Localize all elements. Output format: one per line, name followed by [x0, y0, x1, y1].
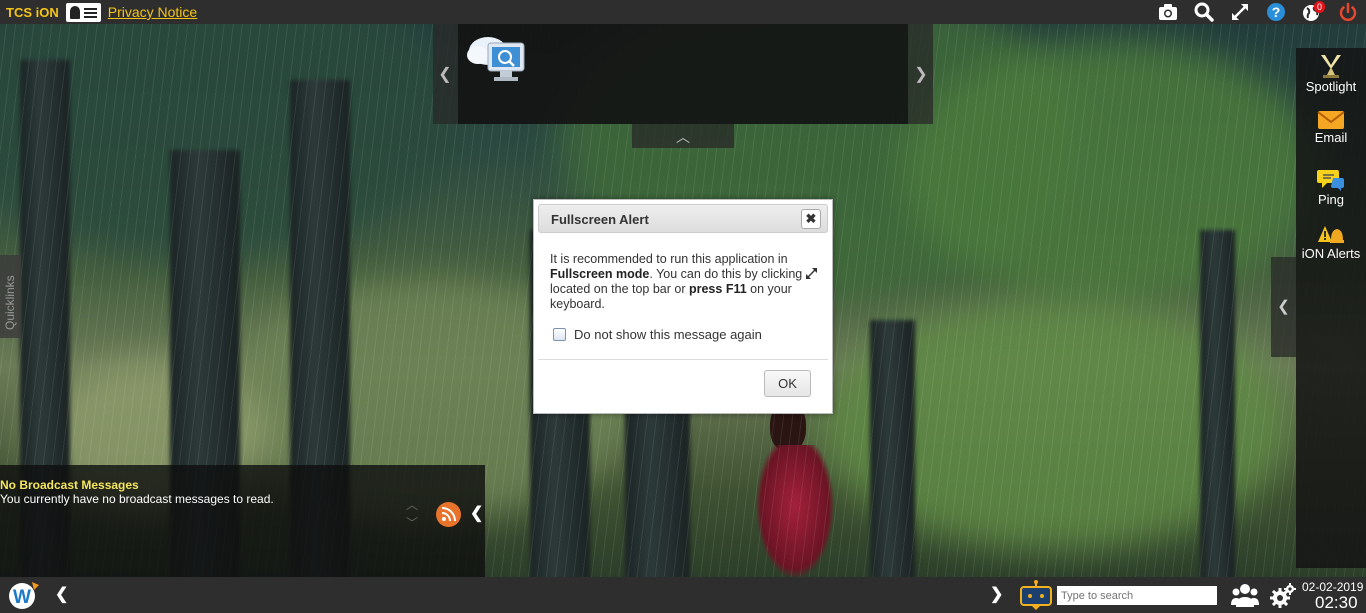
- dialog-header: Fullscreen Alert ✖: [538, 204, 828, 233]
- broadcast-scroll[interactable]: ︿ ﹀: [404, 496, 420, 532]
- sidebar-item-spotlight[interactable]: Spotlight: [1296, 53, 1366, 94]
- broadcast-message: You currently have no broadcast messages…: [0, 492, 274, 506]
- fullscreen-icon: [805, 268, 817, 279]
- broadcast-collapse-arrow[interactable]: ❮: [470, 503, 483, 523]
- quicklinks-label: Quicklinks: [3, 275, 17, 330]
- top-bar: TCS iON Privacy Notice ? 0: [0, 0, 1366, 24]
- sidebar-item-email[interactable]: Email: [1296, 110, 1366, 145]
- spotlight-icon: [1321, 55, 1341, 78]
- search-input[interactable]: [1057, 586, 1217, 605]
- sidebar-item-label: Email: [1314, 130, 1348, 145]
- sidebar-item-label: Ping: [1317, 192, 1345, 207]
- fullscreen-icon[interactable]: [1222, 0, 1258, 24]
- camera-icon[interactable]: [1150, 0, 1186, 24]
- quicklinks-tab[interactable]: Quicklinks: [0, 255, 21, 338]
- dont-show-again-checkbox[interactable]: [553, 328, 566, 341]
- dialog-message: It is recommended to run this applicatio…: [550, 252, 822, 312]
- dialog-text: . You can do this by clicking: [649, 267, 806, 281]
- chevron-up-icon[interactable]: ︿: [404, 496, 420, 514]
- cloud-monitor-app-icon[interactable]: [464, 29, 530, 87]
- profile-card-icon[interactable]: [65, 2, 101, 22]
- svg-text:?: ?: [1272, 4, 1281, 20]
- right-sidebar: Spotlight Email Ping iON Alerts: [1296, 48, 1366, 568]
- globe-icon[interactable]: 0: [1294, 0, 1330, 24]
- sidebar-item-label: iON Alerts: [1301, 246, 1361, 261]
- alert-bell-icon: [1318, 226, 1344, 243]
- dialog-text-bold: press F11: [688, 282, 747, 296]
- envelope-icon: [1317, 111, 1345, 129]
- sidebar-item-ping[interactable]: Ping: [1296, 168, 1366, 207]
- w-logo-icon[interactable]: W: [8, 580, 40, 610]
- people-icon[interactable]: [1231, 583, 1259, 607]
- dialog-text: located on the top bar or: [550, 282, 689, 296]
- close-icon[interactable]: ✖: [801, 209, 821, 229]
- carousel-prev-arrow[interactable]: ❮: [435, 64, 455, 84]
- notification-badge: 0: [1313, 1, 1325, 13]
- bottom-bar: W ❮ ❯ 02-02-2019 02:30: [0, 577, 1366, 613]
- time-display: 02:30: [1315, 593, 1358, 612]
- dialog-divider: [538, 359, 828, 360]
- dialog-title: Fullscreen Alert: [551, 212, 649, 227]
- search-icon[interactable]: [1186, 0, 1222, 24]
- power-icon[interactable]: [1330, 0, 1366, 24]
- dialog-text-bold: Fullscreen mode: [550, 267, 650, 281]
- sidebar-item-label: Spotlight: [1305, 79, 1357, 94]
- taskbar-next-arrow[interactable]: ❯: [990, 584, 1003, 604]
- chatbot-icon[interactable]: [1019, 579, 1053, 611]
- dont-show-again-option[interactable]: Do not show this message again: [553, 327, 762, 342]
- chevron-down-icon[interactable]: ﹀: [404, 514, 420, 532]
- taskbar-prev-arrow[interactable]: ❮: [55, 584, 68, 604]
- dialog-text: It is recommended to run this applicatio…: [550, 252, 788, 266]
- date-display: 02-02-2019: [1302, 580, 1364, 594]
- brand-logo[interactable]: TCS iON: [6, 5, 59, 20]
- privacy-notice-link[interactable]: Privacy Notice: [108, 4, 197, 20]
- sidebar-item-ion-alerts[interactable]: iON Alerts: [1296, 224, 1366, 261]
- help-icon[interactable]: ?: [1258, 0, 1294, 24]
- chat-bubble-icon: [1317, 170, 1344, 191]
- carousel-next-arrow[interactable]: ❯: [911, 64, 931, 84]
- svg-text:W: W: [13, 587, 31, 608]
- rss-icon[interactable]: [436, 502, 461, 527]
- broadcast-title: No Broadcast Messages: [0, 478, 139, 492]
- app-carousel: ❮ ❯: [433, 24, 933, 124]
- right-panel-toggle[interactable]: ❮: [1271, 257, 1296, 357]
- carousel-collapse-tab[interactable]: ︿: [632, 124, 734, 148]
- checkbox-label: Do not show this message again: [574, 327, 762, 342]
- settings-gear-icon[interactable]: [1270, 583, 1296, 609]
- broadcast-panel: No Broadcast Messages You currently have…: [0, 465, 485, 577]
- app-strip: [458, 24, 908, 124]
- ok-button[interactable]: OK: [764, 370, 811, 397]
- fullscreen-alert-dialog: Fullscreen Alert ✖ It is recommended to …: [533, 199, 833, 414]
